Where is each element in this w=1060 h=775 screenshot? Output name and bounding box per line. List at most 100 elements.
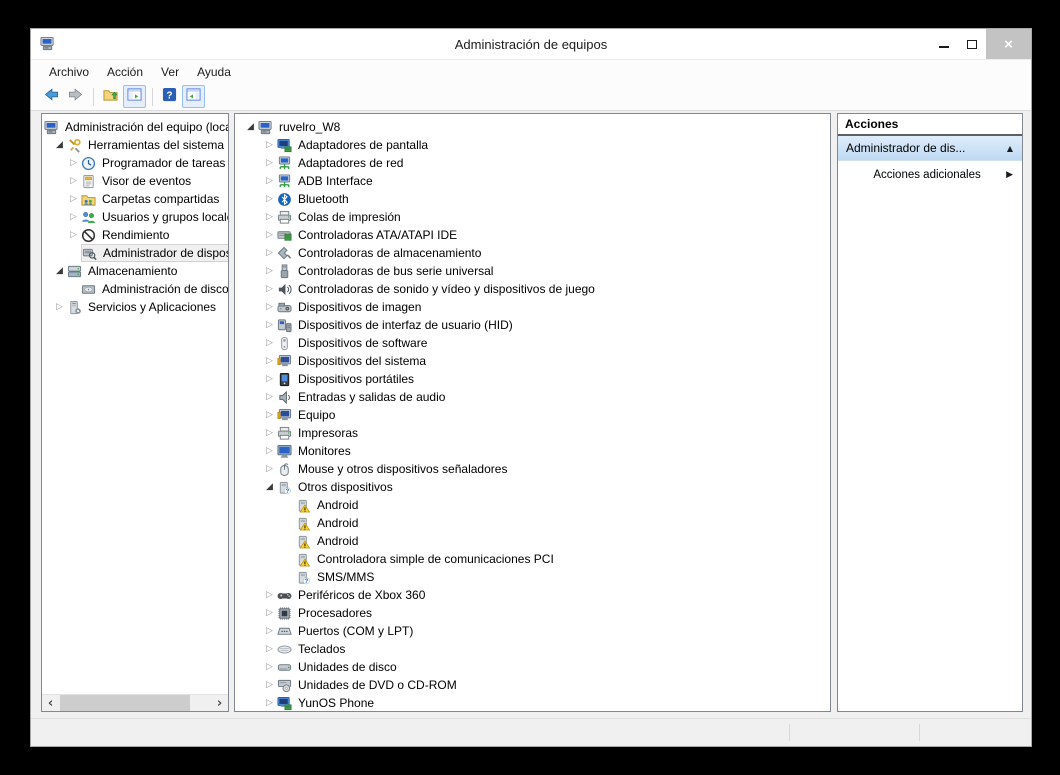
tree-item[interactable]: ▷ Dispositivos de interfaz de usuario (HI… bbox=[235, 316, 830, 334]
expander-collapsed-icon[interactable]: ▷ bbox=[262, 226, 277, 244]
expander-collapsed-icon[interactable]: ▷ bbox=[262, 676, 277, 694]
expander-collapsed-icon[interactable]: ▷ bbox=[66, 226, 81, 244]
back-arrow-button[interactable] bbox=[40, 85, 63, 108]
tree-item[interactable]: ▷ Adaptadores de red bbox=[235, 154, 830, 172]
tree-item[interactable]: ▷ Unidades de DVD o CD-ROM bbox=[235, 676, 830, 694]
tree-item[interactable]: ▷ Controladoras ATA/ATAPI IDE bbox=[235, 226, 830, 244]
expander-collapsed-icon[interactable]: ▷ bbox=[66, 208, 81, 226]
forward-arrow-button[interactable] bbox=[64, 85, 87, 108]
tree-item[interactable]: ▷ Carpetas compartidas bbox=[42, 190, 228, 208]
titlebar[interactable]: Administración de equipos × bbox=[31, 29, 1031, 59]
tree-item[interactable]: Administración de discos bbox=[42, 280, 228, 298]
tree-item[interactable]: Android bbox=[235, 532, 830, 550]
tree-item[interactable]: ◢ ruvelro_W8 bbox=[235, 118, 830, 136]
actions-item-additional-actions[interactable]: Acciones adicionales ▶ bbox=[838, 161, 1022, 188]
expander-collapsed-icon[interactable]: ▷ bbox=[262, 442, 277, 460]
tree-item[interactable]: ▷ YunOS Phone bbox=[235, 694, 830, 711]
expander-collapsed-icon[interactable]: ▷ bbox=[262, 136, 277, 154]
expander-collapsed-icon[interactable]: ▷ bbox=[262, 208, 277, 226]
tree-item[interactable]: ▷ Entradas y salidas de audio bbox=[235, 388, 830, 406]
tree-item[interactable]: ▷ ADB Interface bbox=[235, 172, 830, 190]
tree-item[interactable]: Administrador de dispositivos bbox=[42, 244, 228, 262]
minimize-button[interactable] bbox=[930, 29, 958, 59]
expander-collapsed-icon[interactable]: ▷ bbox=[262, 352, 277, 370]
expander-collapsed-icon[interactable]: ▷ bbox=[262, 586, 277, 604]
action-pane-toggle-button[interactable] bbox=[182, 85, 205, 108]
expander-collapsed-icon[interactable]: ▷ bbox=[262, 172, 277, 190]
expander-collapsed-icon[interactable]: ▷ bbox=[262, 244, 277, 262]
tree-item[interactable]: ▷ Unidades de disco bbox=[235, 658, 830, 676]
expander-collapsed-icon[interactable]: ▷ bbox=[66, 154, 81, 172]
tree-item[interactable]: Android bbox=[235, 496, 830, 514]
expander-collapsed-icon[interactable]: ▷ bbox=[262, 460, 277, 478]
tree-item[interactable]: ▷ Controladoras de almacenamiento bbox=[235, 244, 830, 262]
tree-item[interactable]: Controladora simple de comunicaciones PC… bbox=[235, 550, 830, 568]
tree-item[interactable]: ▷ Dispositivos de software bbox=[235, 334, 830, 352]
expander-expanded-icon[interactable]: ◢ bbox=[52, 136, 67, 154]
console-tree-toggle-button[interactable] bbox=[123, 85, 146, 108]
expander-collapsed-icon[interactable]: ▷ bbox=[262, 334, 277, 352]
tree-item[interactable]: ▷ Servicios y Aplicaciones bbox=[42, 298, 228, 316]
tree-item[interactable]: ▷ Puertos (COM y LPT) bbox=[235, 622, 830, 640]
expander-collapsed-icon[interactable]: ▷ bbox=[262, 388, 277, 406]
scroll-right-icon[interactable]: › bbox=[211, 695, 228, 711]
expander-collapsed-icon[interactable]: ▷ bbox=[262, 424, 277, 442]
tree-item[interactable]: ▷ Dispositivos portátiles bbox=[235, 370, 830, 388]
expander-expanded-icon[interactable]: ◢ bbox=[243, 118, 258, 136]
tree-item[interactable]: ◢? Otros dispositivos bbox=[235, 478, 830, 496]
horizontal-scrollbar[interactable]: ‹ › bbox=[42, 694, 228, 711]
tree-item[interactable]: ▷ Mouse y otros dispositivos señaladores bbox=[235, 460, 830, 478]
tree-item[interactable]: ▷ Dispositivos de imagen bbox=[235, 298, 830, 316]
close-button[interactable]: × bbox=[986, 29, 1031, 59]
tree-item[interactable]: ▷ Controladoras de sonido y vídeo y dispo… bbox=[235, 280, 830, 298]
actions-group-header[interactable]: Administrador de dis... ▲ bbox=[838, 136, 1022, 161]
help-button[interactable]: ? bbox=[158, 85, 181, 108]
tree-item[interactable]: ◢ Herramientas del sistema bbox=[42, 136, 228, 154]
tree-item[interactable]: ▷ Visor de eventos bbox=[42, 172, 228, 190]
tree-item[interactable]: ▷ Equipo bbox=[235, 406, 830, 424]
tree-item[interactable]: ▷ Usuarios y grupos locales bbox=[42, 208, 228, 226]
expander-collapsed-icon[interactable]: ▷ bbox=[262, 658, 277, 676]
tree-item[interactable]: ▷ Colas de impresión bbox=[235, 208, 830, 226]
expander-collapsed-icon[interactable]: ▷ bbox=[262, 604, 277, 622]
scrollbar-thumb[interactable] bbox=[60, 695, 190, 711]
expander-expanded-icon[interactable]: ◢ bbox=[52, 262, 67, 280]
tree-item[interactable]: ▷ Adaptadores de pantalla bbox=[235, 136, 830, 154]
expander-collapsed-icon[interactable]: ▷ bbox=[52, 298, 67, 316]
expander-expanded-icon[interactable]: ◢ bbox=[262, 478, 277, 496]
expander-collapsed-icon[interactable]: ▷ bbox=[262, 370, 277, 388]
expander-collapsed-icon[interactable]: ▷ bbox=[262, 406, 277, 424]
expander-collapsed-icon[interactable]: ▷ bbox=[262, 640, 277, 658]
scrollbar-track[interactable] bbox=[59, 695, 211, 711]
tree-item[interactable]: ▷ Dispositivos del sistema bbox=[235, 352, 830, 370]
expander-collapsed-icon[interactable]: ▷ bbox=[262, 262, 277, 280]
maximize-button[interactable] bbox=[958, 29, 986, 59]
tree-item[interactable]: ▷ Programador de tareas bbox=[42, 154, 228, 172]
expander-collapsed-icon[interactable]: ▷ bbox=[262, 190, 277, 208]
expander-collapsed-icon[interactable]: ▷ bbox=[262, 694, 277, 711]
menu-ayuda[interactable]: Ayuda bbox=[188, 62, 240, 82]
tree-item[interactable]: ◢ Almacenamiento bbox=[42, 262, 228, 280]
menu-ver[interactable]: Ver bbox=[152, 62, 188, 82]
tree-item[interactable]: ▷ Controladoras de bus serie universal bbox=[235, 262, 830, 280]
expander-collapsed-icon[interactable]: ▷ bbox=[262, 280, 277, 298]
collapse-arrow-icon[interactable]: ▲ bbox=[1007, 144, 1013, 153]
tree-item[interactable]: ▷ Periféricos de Xbox 360 bbox=[235, 586, 830, 604]
menu-accion[interactable]: Acción bbox=[98, 62, 152, 82]
expander-collapsed-icon[interactable]: ▷ bbox=[66, 172, 81, 190]
tree-item[interactable]: ? SMS/MMS bbox=[235, 568, 830, 586]
expander-collapsed-icon[interactable]: ▷ bbox=[66, 190, 81, 208]
expander-collapsed-icon[interactable]: ▷ bbox=[262, 316, 277, 334]
expander-collapsed-icon[interactable]: ▷ bbox=[262, 622, 277, 640]
expander-collapsed-icon[interactable]: ▷ bbox=[262, 154, 277, 172]
tree-item[interactable]: Administración del equipo (local) bbox=[42, 118, 228, 136]
tree-item[interactable]: ▷ Procesadores bbox=[235, 604, 830, 622]
tree-item[interactable]: ▷ Rendimiento bbox=[42, 226, 228, 244]
tree-item[interactable]: ▷ Teclados bbox=[235, 640, 830, 658]
tree-item[interactable]: ▷ Bluetooth bbox=[235, 190, 830, 208]
expander-collapsed-icon[interactable]: ▷ bbox=[262, 298, 277, 316]
up-level-button[interactable] bbox=[99, 85, 122, 108]
tree-item[interactable]: ▷ Impresoras bbox=[235, 424, 830, 442]
tree-item[interactable]: ▷ Monitores bbox=[235, 442, 830, 460]
tree-item[interactable]: Android bbox=[235, 514, 830, 532]
